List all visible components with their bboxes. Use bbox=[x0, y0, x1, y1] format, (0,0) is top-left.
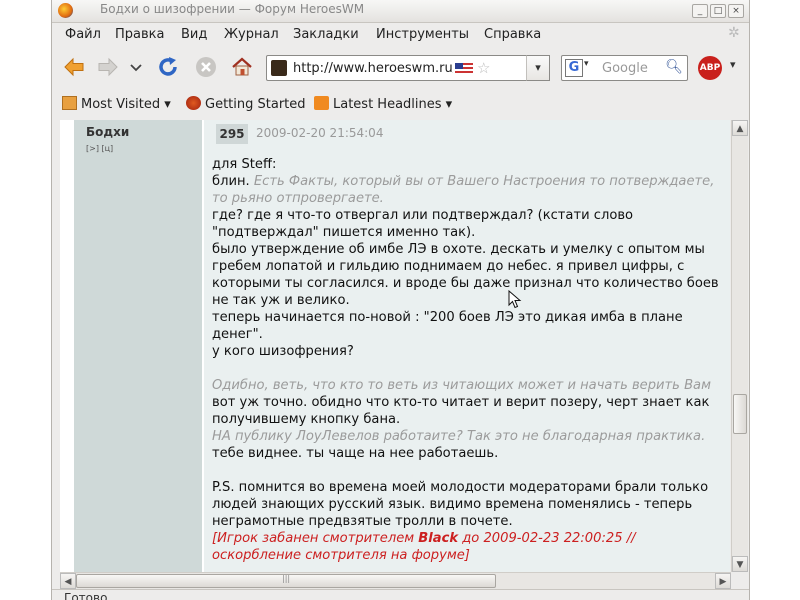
post-column: 295 2009-02-20 21:54:04 для Steff: блин.… bbox=[204, 120, 730, 572]
post-line: неграмотные предвзятые тролли в почете. bbox=[212, 514, 513, 529]
menu-help[interactable]: Справка bbox=[484, 27, 541, 42]
home-icon[interactable] bbox=[230, 55, 254, 79]
bookmark-most-visited[interactable]: Most Visited ▾ bbox=[62, 96, 171, 112]
moderator-name[interactable]: Black bbox=[418, 531, 458, 546]
quoted-line: Одибно, веть, что кто то веть из читающи… bbox=[212, 378, 711, 393]
post-line: гребем лопатой и гильдию поднимаем до не… bbox=[212, 259, 685, 274]
folder-icon bbox=[62, 96, 77, 110]
moderator-note-prefix: [Игрок забанен смотрителем bbox=[212, 531, 419, 546]
scroll-down-icon[interactable]: ▼ bbox=[732, 556, 748, 572]
status-bar: Готово bbox=[52, 589, 749, 600]
url-bar[interactable]: http://www.heroeswm.ru/forum ☆ bbox=[266, 55, 550, 81]
post-line: "подтверждал" пишется именно так). bbox=[212, 225, 476, 240]
title-bar: Бодхи о шизофрении — Форум HeroesWM _ □ … bbox=[52, 0, 749, 23]
bookmark-getting-started[interactable]: Getting Started bbox=[186, 96, 306, 112]
page-content: Бодхи [>] [ц] 295 2009-02-20 21:54:04 дл… bbox=[60, 120, 730, 572]
bookmark-label: Getting Started bbox=[205, 97, 306, 112]
post-line-text: блин. bbox=[212, 174, 254, 189]
menu-file[interactable]: Файл bbox=[65, 27, 101, 42]
post-datetime: 2009-02-20 21:54:04 bbox=[256, 126, 384, 140]
menu-history[interactable]: Журнал bbox=[224, 27, 279, 42]
post-line: для Steff: bbox=[212, 157, 277, 172]
back-arrow-icon[interactable] bbox=[62, 55, 86, 79]
post-line: было утверждение об имбе ЛЭ в охоте. дес… bbox=[212, 242, 705, 257]
history-dropdown-icon[interactable] bbox=[128, 55, 144, 79]
rss-icon bbox=[314, 96, 329, 110]
mouse-cursor-icon bbox=[508, 290, 522, 309]
post-header: 295 2009-02-20 21:54:04 bbox=[212, 124, 712, 146]
firefox-logo-icon bbox=[58, 3, 73, 18]
post-line: теперь начинается по-новой : "200 боев Л… bbox=[212, 310, 683, 325]
horizontal-scroll-thumb[interactable] bbox=[76, 574, 496, 588]
vertical-scroll-thumb[interactable] bbox=[733, 394, 747, 434]
engine-dropdown-icon[interactable]: ▾ bbox=[584, 59, 589, 69]
post-line: людей знающих русский язык. видимо време… bbox=[212, 497, 693, 512]
bookmark-latest-headlines[interactable]: Latest Headlines ▾ bbox=[314, 96, 452, 112]
scroll-right-icon[interactable]: ▶ bbox=[715, 573, 731, 589]
post-number[interactable]: 295 bbox=[216, 124, 248, 144]
menu-edit[interactable]: Правка bbox=[115, 27, 164, 42]
post-line: вот уж точно. обидно что кто-то читает и… bbox=[212, 395, 710, 410]
post-line: P.S. помнится во времена моей молодости … bbox=[212, 480, 709, 495]
us-flag-icon bbox=[455, 63, 473, 75]
adblock-plus-button[interactable]: ABP bbox=[698, 56, 722, 80]
adblock-dropdown-icon[interactable]: ▾ bbox=[730, 58, 736, 71]
post-line: денег". bbox=[212, 327, 263, 342]
site-favicon-icon bbox=[271, 60, 287, 76]
post-line: получившему кнопку бана. bbox=[212, 412, 401, 427]
post-body: для Steff: блин. Есть Факты, который вы … bbox=[212, 156, 722, 564]
browser-window: Бодхи о шизофрении — Форум HeroesWM _ □ … bbox=[52, 0, 749, 600]
stop-icon[interactable] bbox=[194, 55, 218, 79]
horizontal-scrollbar[interactable]: ◀ ▶ bbox=[60, 572, 731, 589]
url-text[interactable]: http://www.heroeswm.ru/forum bbox=[293, 61, 453, 76]
menu-tools[interactable]: Инструменты bbox=[376, 27, 469, 42]
post-author-column: Бодхи [>] [ц] bbox=[74, 120, 202, 572]
moderator-note-suffix: до 2009-02-23 22:00:25 // bbox=[458, 531, 636, 546]
scroll-left-icon[interactable]: ◀ bbox=[60, 573, 76, 589]
quoted-line: НА публику ЛоуЛевелов работаите? Так это… bbox=[212, 429, 706, 444]
post-line: где? где я что-то отвергал или подтвержд… bbox=[212, 208, 634, 223]
status-text: Готово bbox=[64, 591, 108, 600]
search-box[interactable]: G ▾ Google 🔍︎ bbox=[561, 55, 688, 81]
quoted-line: то рьяно отпровергаете. bbox=[212, 191, 384, 206]
post-line: тебе виднее. ты чаще на нее работаешь. bbox=[212, 446, 499, 461]
post-line: которыми ты согласился. и вроде бы даже … bbox=[212, 276, 719, 291]
reload-icon[interactable] bbox=[156, 55, 180, 79]
bookmark-label: Latest Headlines bbox=[333, 97, 442, 112]
maximize-button[interactable]: □ bbox=[710, 4, 726, 18]
chevron-down-icon: ▾ bbox=[441, 97, 453, 112]
post-line: блин. Есть Факты, который вы от Вашего Н… bbox=[212, 173, 722, 190]
search-input[interactable]: Google bbox=[602, 61, 648, 76]
chevron-down-icon: ▾ bbox=[160, 97, 171, 112]
bookmarks-toolbar: Most Visited ▾ Getting Started Latest He… bbox=[52, 92, 749, 116]
post-line: у кого шизофрения? bbox=[212, 344, 354, 359]
close-window-button[interactable]: × bbox=[728, 4, 744, 18]
author-links[interactable]: [>] [ц] bbox=[86, 144, 113, 153]
google-engine-icon[interactable]: G bbox=[565, 59, 583, 77]
post-line: не так уж и велико. bbox=[212, 293, 350, 308]
moderator-note-line2: оскорбление смотрителя на форуме] bbox=[212, 548, 470, 563]
magnifier-icon[interactable]: 🔍︎ bbox=[665, 59, 683, 75]
url-dropdown-button[interactable]: ▾ bbox=[526, 55, 550, 81]
vertical-scrollbar[interactable]: ▲ ▼ bbox=[731, 120, 748, 572]
moderator-note: [Игрок забанен смотрителем Black до 2009… bbox=[212, 530, 722, 547]
menu-view[interactable]: Вид bbox=[181, 27, 207, 42]
forward-arrow-icon[interactable] bbox=[96, 55, 120, 79]
throbber-icon: ✲ bbox=[728, 25, 740, 41]
bookmark-star-icon[interactable]: ☆ bbox=[477, 59, 490, 77]
quoted-text: Есть Факты, который вы от Вашего Настрое… bbox=[253, 174, 715, 189]
scroll-up-icon[interactable]: ▲ bbox=[732, 120, 748, 136]
menu-bookmarks[interactable]: Закладки bbox=[293, 27, 359, 42]
firefox-icon bbox=[186, 96, 201, 110]
menu-bar: Файл Правка Вид Журнал Закладки Инструме… bbox=[52, 23, 749, 47]
post-author[interactable]: Бодхи bbox=[86, 125, 129, 139]
window-title: Бодхи о шизофрении — Форум HeroesWM bbox=[100, 2, 365, 16]
minimize-button[interactable]: _ bbox=[692, 4, 708, 18]
bookmark-label: Most Visited bbox=[81, 97, 161, 112]
